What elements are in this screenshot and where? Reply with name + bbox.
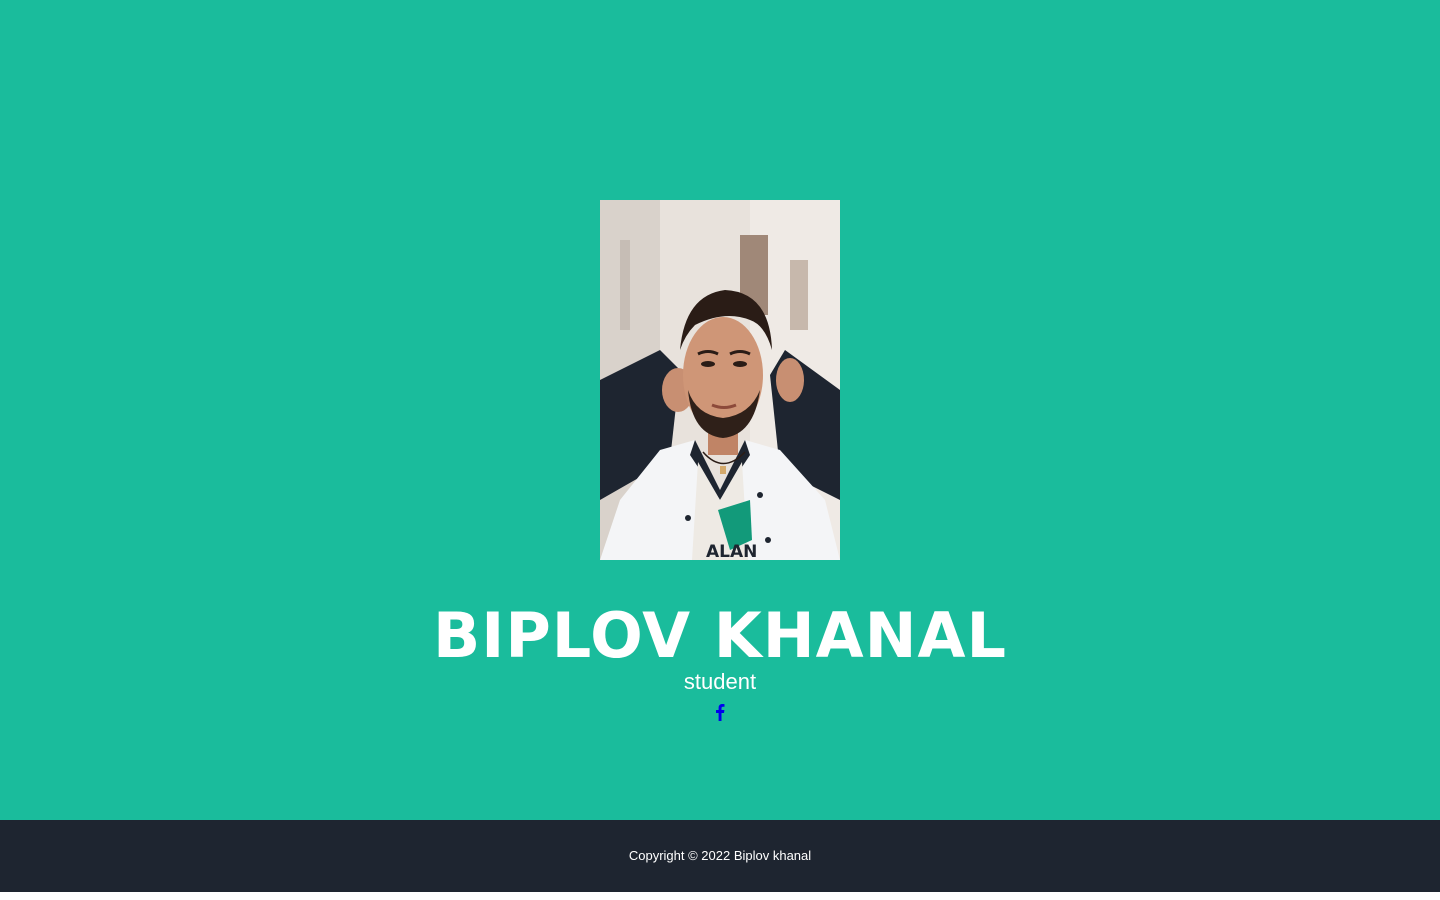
profile-role: student xyxy=(683,669,757,694)
profile-photo-illustration: ALAN xyxy=(600,200,840,560)
facebook-icon xyxy=(716,704,725,721)
profile-photo: ALAN xyxy=(600,200,840,560)
copyright-text: Copyright © 2022 Biplov khanal xyxy=(628,848,812,863)
profile-name: BIPLOV KHANAL xyxy=(433,599,1007,672)
svg-text:ALAN: ALAN xyxy=(706,542,757,560)
facebook-link[interactable] xyxy=(710,700,730,724)
